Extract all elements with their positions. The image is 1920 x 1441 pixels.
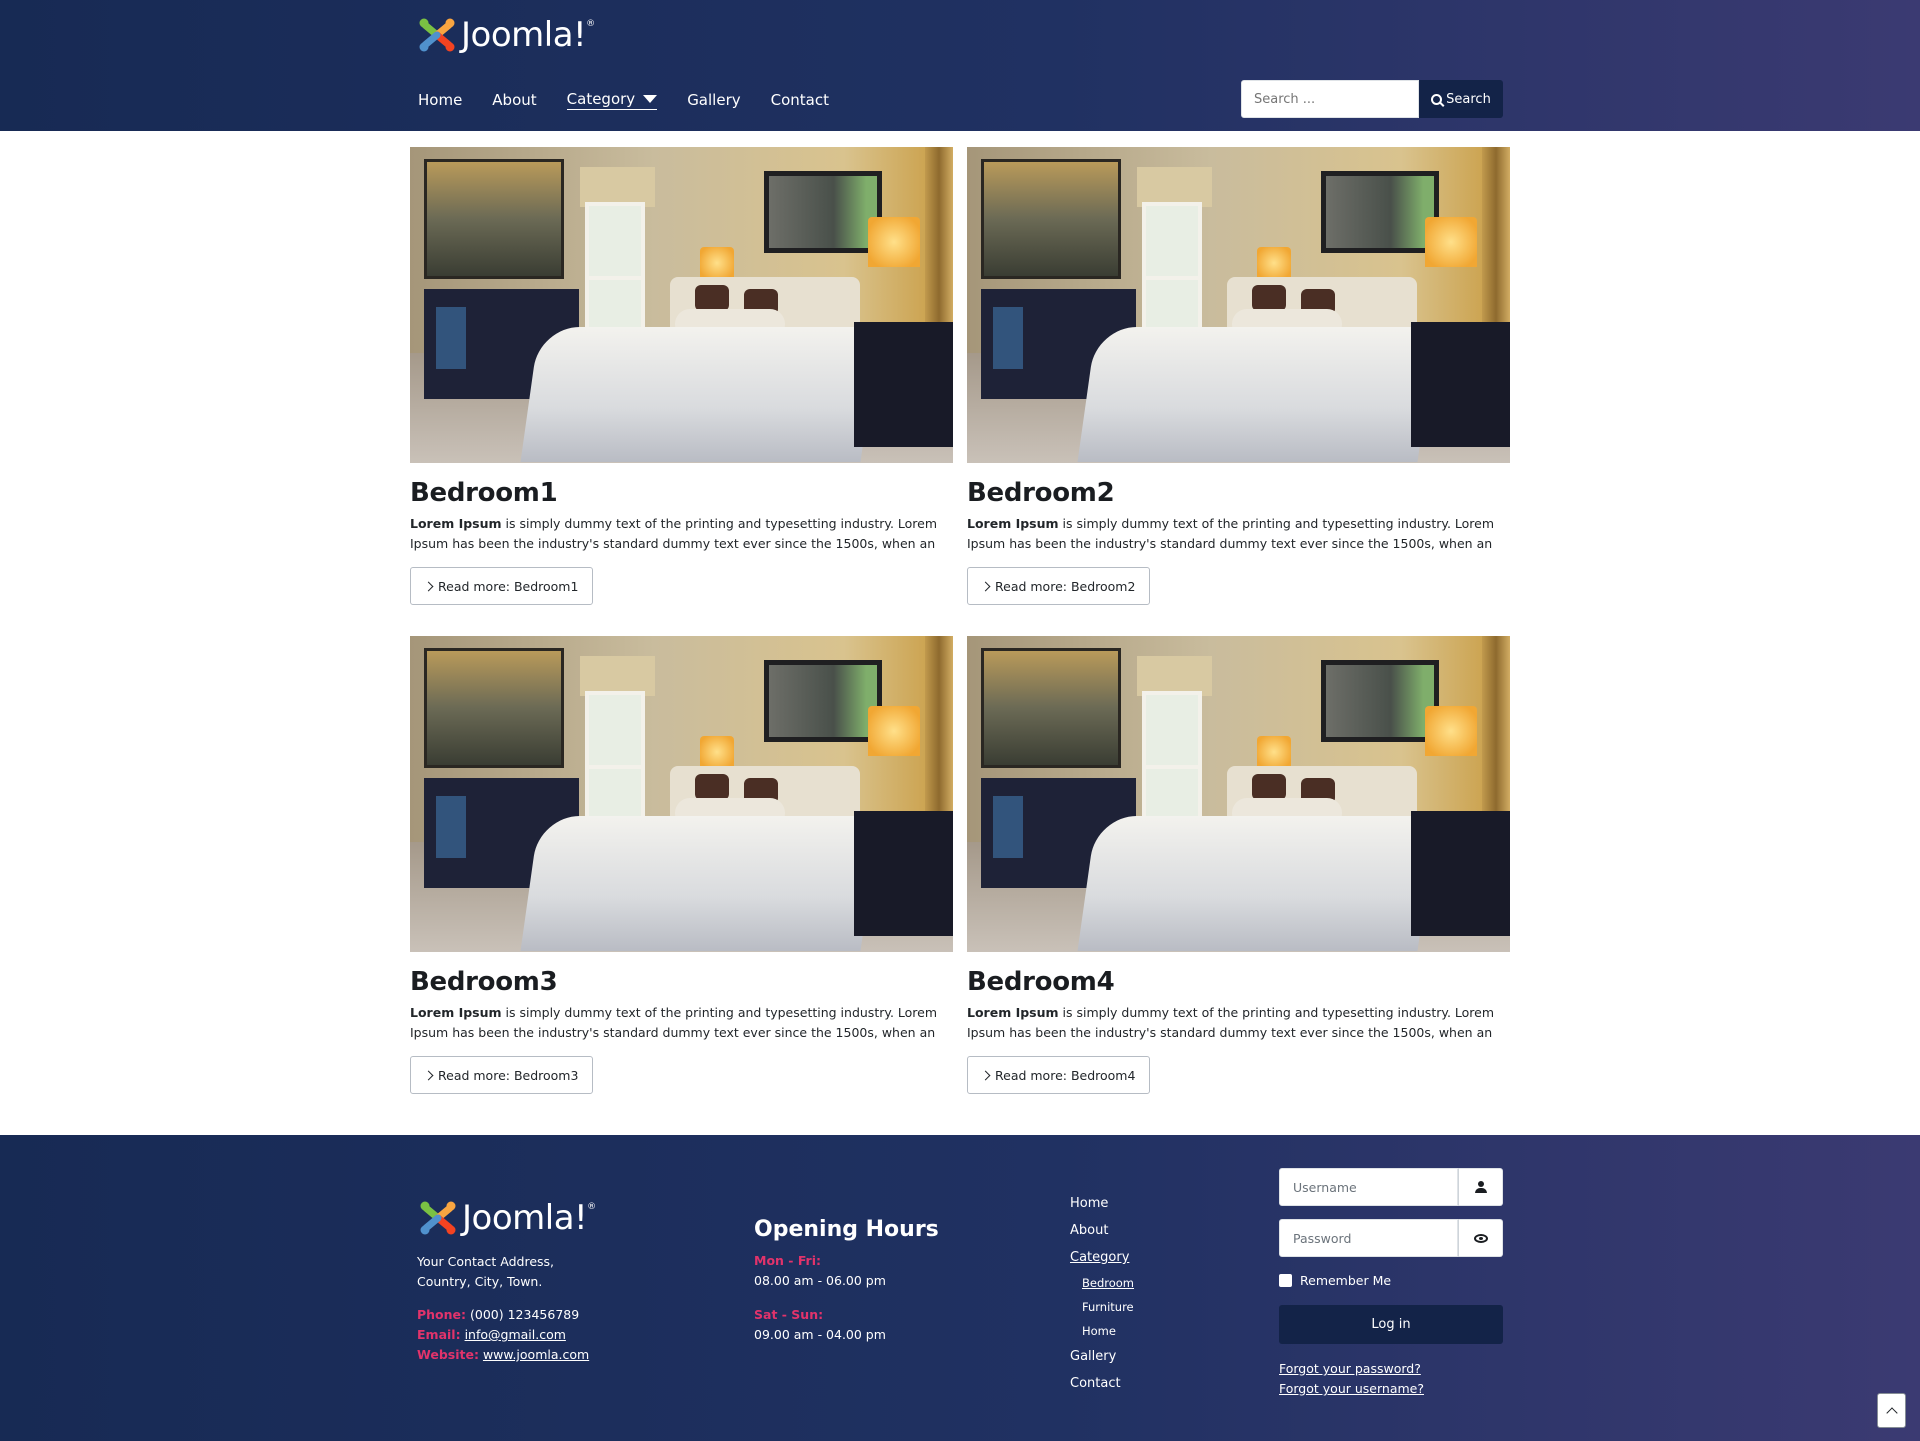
article-card: Bedroom4 Lorem Ipsum is simply dummy tex… [967, 636, 1510, 1094]
nav-contact[interactable]: Contact [771, 86, 829, 113]
nav-about[interactable]: About [492, 86, 536, 113]
read-more-button[interactable]: Read more: Bedroom2 [967, 567, 1151, 605]
main-nav: Home About Category Gallery Contact [418, 86, 859, 113]
footer-logo[interactable]: Joomla!® [418, 1198, 596, 1238]
footer-menu-furniture[interactable]: Furniture [1070, 1295, 1134, 1319]
footer-menu-bedroom[interactable]: Bedroom [1070, 1271, 1134, 1295]
site-footer: Joomla!® Your Contact Address, Country, … [0, 1135, 1920, 1441]
remember-me-label: Remember Me [1300, 1272, 1392, 1288]
article-image[interactable] [410, 636, 953, 952]
eye-icon[interactable] [1458, 1219, 1503, 1257]
nav-home[interactable]: Home [418, 86, 462, 113]
article-intro: Lorem Ipsum is simply dummy text of the … [967, 1005, 1495, 1040]
remember-me[interactable]: Remember Me [1279, 1270, 1503, 1290]
login-button[interactable]: Log in [1279, 1305, 1503, 1344]
opening-hours-title: Opening Hours [754, 1217, 939, 1242]
chevron-up-icon [1885, 1406, 1898, 1419]
footer-menu-contact[interactable]: Contact [1070, 1370, 1134, 1397]
article-image[interactable] [967, 147, 1510, 463]
joomla-logo-icon [419, 18, 455, 52]
weekday-label: Mon - Fri: [754, 1253, 822, 1268]
password-input[interactable]: Password [1279, 1219, 1458, 1257]
contact-address: Your Contact Address, Country, City, Tow… [417, 1252, 554, 1292]
forgot-password-link[interactable]: Forgot your password? [1279, 1359, 1503, 1379]
username-field: Username [1279, 1168, 1503, 1206]
footer-menu-home[interactable]: Home [1070, 1190, 1134, 1217]
read-more-label: Read more: Bedroom1 [438, 578, 579, 594]
contact-email[interactable]: Email: info@gmail.com [417, 1325, 589, 1345]
footer-menu-category[interactable]: Category [1070, 1244, 1134, 1271]
caret-down-icon [643, 95, 658, 103]
read-more-button[interactable]: Read more: Bedroom4 [967, 1056, 1151, 1094]
chevron-right-icon [423, 1070, 434, 1080]
contact-website[interactable]: Website: www.joomla.com [417, 1345, 589, 1365]
chevron-right-icon [980, 581, 991, 591]
logo-wordmark: Joomla!® [462, 1198, 596, 1238]
read-more-label: Read more: Bedroom2 [995, 578, 1136, 594]
search-form: Search [1241, 80, 1503, 118]
chevron-right-icon [423, 581, 434, 591]
nav-gallery[interactable]: Gallery [687, 86, 740, 113]
chevron-right-icon [980, 1070, 991, 1080]
article-image[interactable] [967, 636, 1510, 952]
site-logo[interactable]: Joomla!® [417, 15, 595, 55]
weekday-hours: 08.00 am - 06.00 pm [754, 1273, 886, 1288]
remember-me-checkbox[interactable] [1279, 1273, 1292, 1287]
article-title[interactable]: Bedroom2 [967, 477, 1510, 509]
search-icon [1431, 93, 1443, 105]
nav-category-label: Category [566, 90, 636, 108]
read-more-button[interactable]: Read more: Bedroom3 [410, 1056, 594, 1094]
article-title[interactable]: Bedroom4 [967, 966, 1510, 998]
footer-menu-sub-home[interactable]: Home [1070, 1319, 1134, 1343]
login-form: Username Password Remember Me Log in For… [1279, 1168, 1503, 1399]
contact-details: Phone: (000) 123456789 Email: info@gmail… [417, 1305, 589, 1365]
contact-phone: Phone: (000) 123456789 [417, 1307, 580, 1322]
footer-menu-about[interactable]: About [1070, 1217, 1134, 1244]
article-intro: Lorem Ipsum is simply dummy text of the … [410, 516, 938, 551]
weekend-hours: 09.00 am - 04.00 pm [754, 1327, 886, 1342]
article-title[interactable]: Bedroom1 [410, 477, 953, 509]
nav-category[interactable]: Category [566, 90, 658, 110]
read-more-label: Read more: Bedroom3 [438, 1067, 579, 1083]
username-input[interactable]: Username [1279, 1168, 1458, 1206]
opening-hours: Mon - Fri: 08.00 am - 06.00 pm Sat - Sun… [754, 1251, 886, 1345]
article-intro: Lorem Ipsum is simply dummy text of the … [967, 516, 1495, 551]
article-card: Bedroom2 Lorem Ipsum is simply dummy tex… [967, 147, 1510, 605]
article-title[interactable]: Bedroom3 [410, 966, 953, 998]
article-image[interactable] [410, 147, 953, 463]
article-card: Bedroom1 Lorem Ipsum is simply dummy tex… [410, 147, 953, 605]
password-field: Password [1279, 1219, 1503, 1257]
logo-wordmark: Joomla!® [461, 15, 595, 55]
address-line: Country, City, Town. [417, 1274, 543, 1289]
search-button[interactable]: Search [1419, 80, 1503, 118]
user-icon [1458, 1168, 1503, 1206]
footer-menu-gallery[interactable]: Gallery [1070, 1343, 1134, 1370]
article-card: Bedroom3 Lorem Ipsum is simply dummy tex… [410, 636, 953, 1094]
read-more-button[interactable]: Read more: Bedroom1 [410, 567, 594, 605]
read-more-label: Read more: Bedroom4 [995, 1067, 1136, 1083]
search-input[interactable] [1241, 80, 1419, 118]
back-to-top-button[interactable] [1877, 1393, 1906, 1428]
site-header: Joomla!® Home About Category Gallery Con… [0, 0, 1920, 131]
footer-menu: Home About Category Bedroom Furniture Ho… [1070, 1190, 1134, 1397]
search-button-label: Search [1446, 91, 1491, 107]
address-line: Your Contact Address, [417, 1254, 555, 1269]
forgot-username-link[interactable]: Forgot your username? [1279, 1379, 1503, 1399]
weekend-label: Sat - Sun: [754, 1307, 824, 1322]
joomla-logo-icon [420, 1201, 456, 1235]
article-intro: Lorem Ipsum is simply dummy text of the … [410, 1005, 938, 1040]
